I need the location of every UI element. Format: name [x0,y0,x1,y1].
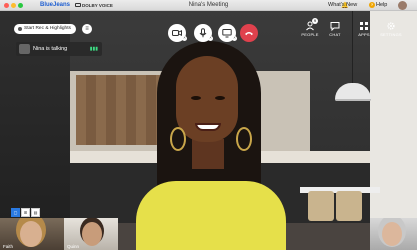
speaker-eye [191,96,201,100]
bluejeans-meeting-window: BlueJeans DOLBY VOICE Nina's Meeting 🔔 W… [0,0,417,250]
chat-button[interactable]: CHAT [322,21,348,37]
more-options-button[interactable]: ≡ [82,24,92,34]
speaker-eye [215,96,225,100]
user-avatar[interactable] [398,1,407,10]
apps-button[interactable]: APPS [351,21,377,37]
people-count-badge: 9 [312,18,318,24]
screen-share-options-caret[interactable]: ˄ [232,36,237,41]
talking-indicator-text: Nina is talking [33,46,68,52]
participant-name: Quinn [67,244,80,249]
layout-speaker-view-button[interactable]: ▢ [11,208,20,217]
hang-up-icon [245,32,253,36]
participant-tile[interactable]: Quinn [64,218,118,250]
settings-label: SETTINGS [380,32,402,37]
participant-face [20,221,42,247]
help-link[interactable]: ? Help [369,2,387,8]
people-button[interactable]: 9 PEOPLE [297,18,323,37]
participant-face [82,222,102,246]
people-label: PEOPLE [301,32,319,37]
leave-meeting-button[interactable] [240,24,258,42]
speaker-smile [195,123,221,131]
layout-switcher: ▢ ⊞ ▤ [11,208,40,217]
record-icon [18,27,22,31]
speaker-earring [170,127,186,151]
speaker-thumbnail [19,44,30,54]
participant-tile[interactable] [370,218,417,250]
settings-button[interactable]: SETTINGS [378,21,404,37]
apps-grid-icon [360,22,368,30]
active-speaker-banner: Nina is talking ▮▮▮ [16,42,102,56]
speaker-shirt [136,181,286,250]
signal-bars-icon: ▮▮▮ [89,46,98,52]
background-chair [308,191,334,221]
chat-icon [330,22,340,31]
start-recording-label: Start Rec & Highlights [24,26,71,31]
gear-icon [387,22,395,30]
chat-label: CHAT [329,32,341,37]
help-icon: ? [369,2,375,8]
layout-people-view-button[interactable]: ▤ [31,208,40,217]
participant-face [382,222,402,246]
background-wall-right [370,11,417,250]
whats-new-link[interactable]: What's New [328,2,357,8]
apps-label: APPS [358,32,370,37]
screen-share-icon [222,29,232,38]
speaker-earring [236,127,252,151]
video-options-caret[interactable]: ˄ [182,36,187,41]
background-chair [336,191,362,221]
participant-name: Faith [3,244,14,249]
microphone-icon [199,28,207,38]
title-bar: BlueJeans DOLBY VOICE Nina's Meeting 🔔 W… [0,0,417,11]
speaker-neck [192,139,224,169]
start-recording-button[interactable]: Start Rec & Highlights [14,24,76,34]
participant-tile[interactable]: Faith [0,218,64,250]
mic-options-caret[interactable]: ˄ [208,36,213,41]
video-camera-icon [172,30,182,36]
help-label: Help [376,2,388,8]
layout-gallery-view-button[interactable]: ⊞ [21,208,30,217]
